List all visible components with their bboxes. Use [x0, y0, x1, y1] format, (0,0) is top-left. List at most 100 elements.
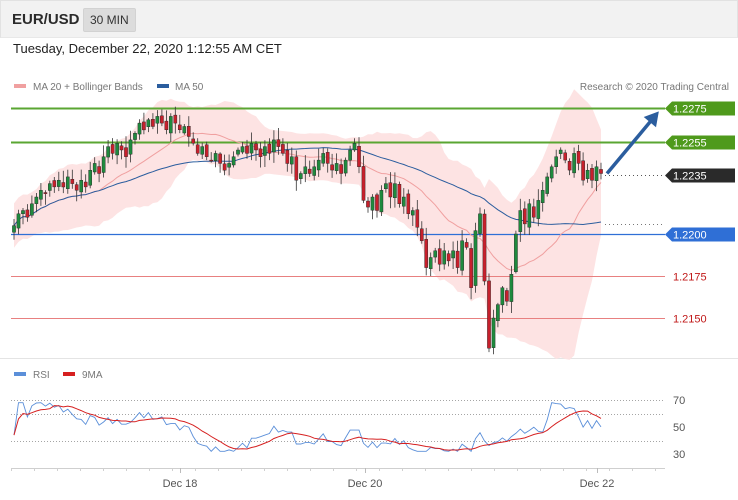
candle-body — [142, 121, 146, 131]
candle-body — [411, 210, 415, 216]
candle-body — [312, 166, 317, 176]
candle-body — [213, 153, 218, 161]
candle-body — [200, 146, 205, 155]
candle-body — [545, 176, 549, 194]
candle-body — [406, 193, 411, 214]
candle-body — [222, 163, 227, 171]
bollinger-band-area — [14, 89, 601, 360]
candle-body — [473, 230, 478, 286]
candle-body — [348, 149, 352, 161]
candle-body — [294, 156, 299, 181]
candle-body — [276, 139, 281, 147]
rsi-legend: RSI 9MA — [14, 370, 103, 381]
candle-body — [88, 169, 92, 186]
candle-body — [518, 210, 523, 232]
candle-body — [30, 203, 34, 216]
candle-body — [420, 228, 424, 241]
candle-body — [151, 118, 155, 127]
candle-body — [509, 274, 514, 302]
candle-body — [21, 210, 25, 214]
x-tick-label: Dec 22 — [580, 478, 615, 490]
candle-body — [549, 166, 554, 179]
candle-body — [446, 253, 451, 262]
candle-body — [558, 149, 563, 154]
legend-rsi-ma-label: 9MA — [82, 370, 103, 381]
candle-body — [366, 200, 370, 208]
candle-body — [361, 166, 366, 201]
candle-body — [65, 176, 70, 189]
candle-body — [343, 159, 348, 174]
candle-body — [424, 239, 429, 268]
candle-body — [285, 149, 290, 164]
legend-rsi-label: RSI — [33, 370, 50, 381]
candle-body — [79, 179, 83, 193]
candle-body — [567, 160, 572, 171]
candle-body — [61, 182, 66, 188]
candle-body — [527, 203, 532, 228]
candle-body — [164, 120, 169, 130]
legend-ma50-label: MA 50 — [175, 82, 204, 93]
credit-text: Research © 2020 Trading Central — [580, 82, 729, 93]
candle-body — [155, 116, 160, 124]
level-labels: 1.2275 1.2255 1.2235 1.2200 1.2175 1.2150 — [665, 101, 735, 326]
candle-body — [460, 240, 464, 271]
rsi-ma-line — [13, 405, 602, 451]
legend-swatch-rsi — [14, 372, 26, 376]
candle-body — [101, 156, 106, 173]
candle-body — [433, 250, 438, 258]
level-label-1-2275: 1.2275 — [673, 104, 707, 116]
candle-body — [254, 143, 258, 151]
candle-body — [321, 153, 326, 164]
candle-body — [83, 181, 88, 188]
candle-body — [92, 163, 97, 173]
candle-body — [25, 209, 30, 218]
candle-body — [168, 116, 173, 134]
candle-body — [451, 250, 455, 259]
candle-body — [352, 143, 357, 151]
candle-body — [186, 125, 191, 137]
candle-body — [227, 163, 231, 168]
candle-body — [464, 242, 469, 248]
legend-swatch-ma20 — [14, 84, 26, 88]
candle-body — [39, 190, 43, 200]
candle-body — [379, 190, 384, 213]
candle-body — [487, 280, 491, 349]
candle-body — [124, 147, 128, 157]
candle-body — [57, 179, 61, 187]
candle-body — [48, 183, 52, 191]
price-legend: MA 20 + Bollinger Bands MA 50 Research ©… — [14, 82, 729, 93]
candle-body — [482, 213, 487, 282]
bollinger-bands — [14, 89, 601, 360]
candle-body — [393, 183, 397, 199]
candle-body — [514, 233, 518, 272]
candle-body — [594, 166, 599, 181]
candle-body — [455, 250, 460, 268]
candle-body — [478, 213, 482, 234]
candle-body — [437, 248, 442, 265]
level-label-1-2235: 1.2235 — [673, 171, 707, 183]
candle-body — [231, 156, 236, 166]
candle-body — [110, 144, 115, 154]
x-tick-label: Dec 18 — [163, 478, 198, 490]
candle-body — [115, 143, 119, 156]
candle-body — [258, 148, 263, 157]
candle-body — [16, 213, 21, 229]
candle-body — [505, 290, 509, 302]
candle-body — [240, 146, 245, 153]
candle-body — [325, 152, 330, 164]
candle-body — [339, 164, 343, 174]
candle-body — [330, 164, 334, 171]
candle-body — [357, 145, 361, 167]
candle-body — [299, 173, 303, 179]
candle-body — [491, 317, 496, 348]
level-label-1-2150: 1.2150 — [673, 314, 707, 326]
rsi-tick-30: 30 — [673, 449, 685, 461]
candle-body — [290, 156, 294, 165]
candle-body — [496, 304, 500, 322]
candle-body — [469, 248, 473, 288]
candle-body — [34, 196, 39, 204]
candle-body — [133, 132, 137, 140]
candle-body — [195, 144, 200, 154]
forecast-arrow-shaft — [605, 114, 657, 175]
rsi-line — [13, 402, 602, 453]
